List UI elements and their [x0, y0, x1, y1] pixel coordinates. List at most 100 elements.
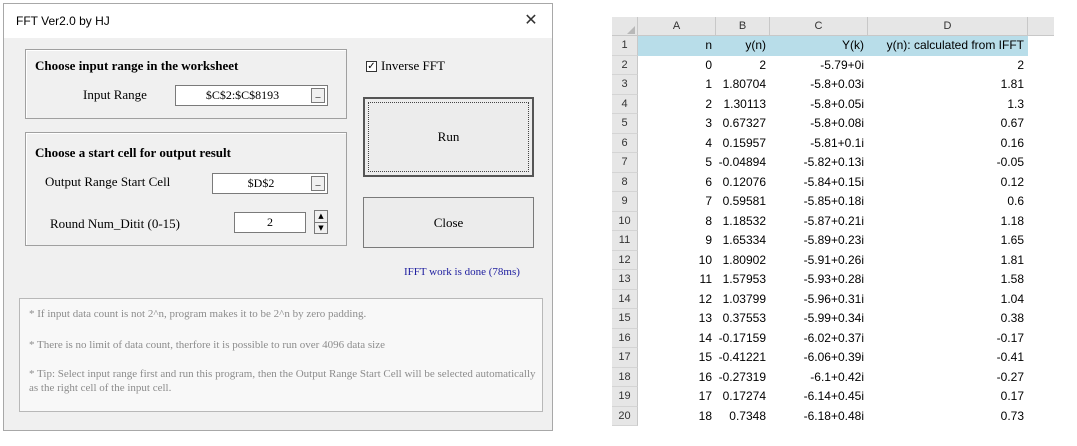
- table-cell[interactable]: 0.37553: [716, 309, 770, 329]
- table-cell[interactable]: 1.81: [868, 75, 1028, 95]
- table-cell[interactable]: -0.05: [868, 153, 1028, 173]
- header-cell[interactable]: y(n): [716, 36, 770, 56]
- table-cell[interactable]: -0.27319: [716, 368, 770, 388]
- row-number[interactable]: 15: [612, 309, 638, 329]
- row-number[interactable]: 7: [612, 153, 638, 173]
- table-cell[interactable]: -0.41: [868, 348, 1028, 368]
- table-cell[interactable]: 2: [868, 56, 1028, 76]
- close-icon[interactable]: ✕: [520, 9, 542, 31]
- table-cell[interactable]: 1.58: [868, 270, 1028, 290]
- row-number[interactable]: 19: [612, 387, 638, 407]
- table-cell[interactable]: 0.59581: [716, 192, 770, 212]
- row-number[interactable]: 3: [612, 75, 638, 95]
- table-cell[interactable]: -5.99+0.34i: [770, 309, 868, 329]
- table-cell[interactable]: 4: [638, 134, 716, 154]
- row-number[interactable]: 9: [612, 192, 638, 212]
- table-cell[interactable]: -5.87+0.21i: [770, 212, 868, 232]
- table-cell[interactable]: 8: [638, 212, 716, 232]
- table-cell[interactable]: 0.12076: [716, 173, 770, 193]
- row-number[interactable]: 11: [612, 231, 638, 251]
- table-cell[interactable]: 1.18: [868, 212, 1028, 232]
- output-range-collapse-button[interactable]: _: [311, 176, 325, 191]
- table-cell[interactable]: -5.81+0.1i: [770, 134, 868, 154]
- table-cell[interactable]: 2: [716, 56, 770, 76]
- table-cell[interactable]: 1.80704: [716, 75, 770, 95]
- table-cell[interactable]: -5.89+0.23i: [770, 231, 868, 251]
- spin-down-icon[interactable]: ▼: [315, 222, 327, 233]
- table-cell[interactable]: 0: [638, 56, 716, 76]
- table-cell[interactable]: -6.18+0.48i: [770, 407, 868, 427]
- table-cell[interactable]: 11: [638, 270, 716, 290]
- output-range-field[interactable]: $D$2 _: [212, 173, 328, 194]
- table-cell[interactable]: 1.65: [868, 231, 1028, 251]
- table-cell[interactable]: 1.04: [868, 290, 1028, 310]
- table-cell[interactable]: 16: [638, 368, 716, 388]
- row-number[interactable]: 10: [612, 211, 638, 231]
- table-cell[interactable]: 1.57953: [716, 270, 770, 290]
- header-cell[interactable]: y(n): calculated from IFFT: [868, 36, 1028, 56]
- spin-up-icon[interactable]: ▲: [315, 211, 327, 222]
- table-cell[interactable]: 1.81: [868, 251, 1028, 271]
- table-cell[interactable]: 5: [638, 153, 716, 173]
- table-cell[interactable]: 1.80902: [716, 251, 770, 271]
- table-cell[interactable]: 1: [638, 75, 716, 95]
- table-cell[interactable]: -5.82+0.13i: [770, 153, 868, 173]
- row-number[interactable]: 16: [612, 328, 638, 348]
- table-cell[interactable]: 0.6: [868, 192, 1028, 212]
- table-cell[interactable]: 15: [638, 348, 716, 368]
- column-header-b[interactable]: B: [716, 17, 770, 36]
- table-cell[interactable]: -0.41221: [716, 348, 770, 368]
- row-number[interactable]: 17: [612, 348, 638, 368]
- table-cell[interactable]: 3: [638, 114, 716, 134]
- table-cell[interactable]: -5.8+0.03i: [770, 75, 868, 95]
- table-cell[interactable]: 0.17274: [716, 387, 770, 407]
- table-cell[interactable]: -0.17159: [716, 329, 770, 349]
- column-header-c[interactable]: C: [770, 17, 868, 36]
- table-cell[interactable]: 14: [638, 329, 716, 349]
- table-cell[interactable]: -6.02+0.37i: [770, 329, 868, 349]
- round-digit-field[interactable]: 2: [234, 212, 306, 233]
- row-number[interactable]: 12: [612, 250, 638, 270]
- table-cell[interactable]: -6.1+0.42i: [770, 368, 868, 388]
- row-number[interactable]: 4: [612, 94, 638, 114]
- table-cell[interactable]: 10: [638, 251, 716, 271]
- table-cell[interactable]: -0.04894: [716, 153, 770, 173]
- input-range-field[interactable]: $C$2:$C$8193 _: [175, 85, 328, 106]
- inverse-fft-checkbox[interactable]: ✓ Inverse FFT: [366, 58, 445, 74]
- table-cell[interactable]: -5.8+0.08i: [770, 114, 868, 134]
- row-number[interactable]: 2: [612, 55, 638, 75]
- row-number[interactable]: 20: [612, 406, 638, 426]
- table-cell[interactable]: -5.91+0.26i: [770, 251, 868, 271]
- table-cell[interactable]: 1.18532: [716, 212, 770, 232]
- table-cell[interactable]: -5.8+0.05i: [770, 95, 868, 115]
- table-cell[interactable]: 1.03799: [716, 290, 770, 310]
- table-cell[interactable]: -5.96+0.31i: [770, 290, 868, 310]
- select-all-corner[interactable]: [612, 17, 638, 36]
- table-cell[interactable]: 0.67327: [716, 114, 770, 134]
- checkbox-check-icon[interactable]: ✓: [366, 60, 377, 72]
- table-cell[interactable]: 7: [638, 192, 716, 212]
- table-cell[interactable]: 0.73: [868, 407, 1028, 427]
- run-button[interactable]: Run: [363, 97, 534, 177]
- table-cell[interactable]: 6: [638, 173, 716, 193]
- table-cell[interactable]: -5.84+0.15i: [770, 173, 868, 193]
- table-cell[interactable]: -5.85+0.18i: [770, 192, 868, 212]
- table-cell[interactable]: 0.38: [868, 309, 1028, 329]
- column-header-d[interactable]: D: [868, 17, 1028, 36]
- header-cell[interactable]: n: [638, 36, 716, 56]
- row-number[interactable]: 14: [612, 289, 638, 309]
- table-cell[interactable]: -0.17: [868, 329, 1028, 349]
- table-cell[interactable]: 0.15957: [716, 134, 770, 154]
- table-cell[interactable]: 0.12: [868, 173, 1028, 193]
- row-number[interactable]: 6: [612, 133, 638, 153]
- table-cell[interactable]: -5.93+0.28i: [770, 270, 868, 290]
- table-cell[interactable]: 0.17: [868, 387, 1028, 407]
- table-cell[interactable]: 1.30113: [716, 95, 770, 115]
- table-cell[interactable]: -6.14+0.45i: [770, 387, 868, 407]
- header-cell[interactable]: Y(k): [770, 36, 868, 56]
- table-cell[interactable]: 2: [638, 95, 716, 115]
- table-cell[interactable]: -0.27: [868, 368, 1028, 388]
- table-cell[interactable]: 1.65334: [716, 231, 770, 251]
- table-cell[interactable]: 0.67: [868, 114, 1028, 134]
- close-button[interactable]: Close: [363, 197, 534, 248]
